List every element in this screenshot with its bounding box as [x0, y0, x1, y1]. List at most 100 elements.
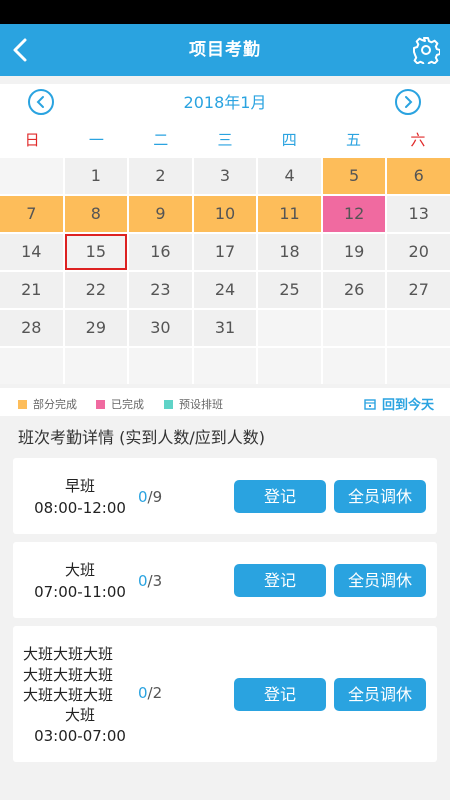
calendar-empty-cell	[258, 348, 321, 384]
calendar-day[interactable]: 4	[258, 158, 321, 194]
register-button[interactable]: 登记	[234, 564, 326, 597]
calendar-day[interactable]: 14	[0, 234, 63, 270]
register-button[interactable]: 登记	[234, 480, 326, 513]
calendar-day[interactable]: 25	[258, 272, 321, 308]
all-rest-button[interactable]: 全员调休	[334, 480, 426, 513]
section-title: 班次考勤详情 (实到人数/应到人数)	[18, 428, 265, 447]
shift-time: 03:00-07:00	[34, 727, 126, 745]
calendar-empty-cell	[64, 348, 128, 384]
shift-time: 08:00-12:00	[34, 499, 126, 517]
legend-bar: 部分完成 已完成 预设排班 回到今天	[0, 388, 450, 416]
status-bar	[0, 0, 450, 24]
shift-card: 大班 07:00-11:00 0/3 登记 全员调休	[13, 542, 437, 618]
legend-swatch-done	[96, 399, 105, 409]
shift-name: 大班	[64, 561, 95, 579]
calendar-empty-cell	[322, 348, 386, 384]
calendar-day[interactable]: 26	[322, 272, 386, 308]
shift-name-line: 大班大班大班	[23, 666, 114, 684]
calendar-empty-cell	[258, 310, 321, 346]
legend-label: 部分完成	[33, 398, 77, 411]
shift-card: 大班大班大班 大班大班大班 大班大班大班 大班 03:00-07:00 0/2 …	[13, 626, 437, 762]
expected-count: /3	[147, 572, 163, 590]
weekday-thu: 四	[281, 131, 297, 149]
calendar-empty-cell	[0, 158, 63, 194]
calendar-empty-cell	[193, 348, 257, 384]
calendar-day[interactable]: 15	[64, 234, 128, 270]
legend-done: 已完成	[96, 396, 144, 412]
calendar-day[interactable]: 9	[129, 196, 192, 232]
chevron-right-icon	[405, 96, 413, 108]
calendar-day[interactable]: 13	[387, 196, 450, 232]
register-button[interactable]: 登记	[234, 678, 326, 711]
attendance-count: 0/2	[138, 684, 162, 702]
legend-swatch-partial	[18, 399, 27, 409]
weekday-sat: 六	[410, 131, 426, 149]
month-label: 2018年1月	[183, 93, 267, 112]
all-rest-button[interactable]: 全员调休	[334, 678, 426, 711]
weekday-tue: 二	[153, 131, 169, 149]
back-to-today-button[interactable]: 回到今天	[364, 394, 434, 413]
shift-name-line: 大班大班大班	[23, 686, 114, 704]
calendar-empty-cell	[387, 310, 450, 346]
calendar-day[interactable]: 29	[64, 310, 128, 346]
calendar-day[interactable]: 28	[0, 310, 63, 346]
weekday-sun: 日	[24, 131, 40, 149]
back-to-today-label: 回到今天	[381, 398, 434, 413]
calendar-icon	[364, 398, 376, 410]
expected-count: /9	[147, 488, 163, 506]
calendar-empty-cell	[129, 348, 192, 384]
calendar-grid: 1 2 3 4 5 6 7 8 9 10 11 12 13 14 15 16 17 18 19 20 21 22 23 24 2…	[0, 158, 450, 384]
shift-time: 07:00-11:00	[34, 583, 126, 601]
calendar-day[interactable]: 18	[258, 234, 321, 270]
calendar-empty-cell	[0, 348, 63, 384]
calendar-day[interactable]: 31	[193, 310, 257, 346]
calendar-day[interactable]: 2	[129, 158, 192, 194]
calendar-day[interactable]: 11	[258, 196, 321, 232]
calendar-day[interactable]: 6	[387, 158, 450, 194]
month-navigator: 2018年1月	[0, 84, 450, 124]
legend-label: 已完成	[111, 398, 144, 411]
calendar-day[interactable]: 24	[193, 272, 257, 308]
calendar-day[interactable]: 19	[322, 234, 386, 270]
all-rest-button[interactable]: 全员调休	[334, 564, 426, 597]
shift-card: 早班 08:00-12:00 0/9 登记 全员调休	[13, 458, 437, 534]
calendar-day[interactable]: 22	[64, 272, 128, 308]
legend-preset: 预设排班	[164, 396, 223, 412]
calendar-day[interactable]: 16	[129, 234, 192, 270]
calendar-day[interactable]: 20	[387, 234, 450, 270]
legend-label: 预设排班	[179, 398, 223, 411]
calendar-day[interactable]: 30	[129, 310, 192, 346]
actual-count: 0	[138, 488, 148, 506]
expected-count: /2	[147, 684, 163, 702]
actual-count: 0	[138, 572, 148, 590]
calendar-empty-cell	[387, 348, 450, 384]
shift-name: 早班	[64, 477, 95, 495]
weekday-wed: 三	[217, 131, 233, 149]
actual-count: 0	[138, 684, 148, 702]
weekday-fri: 五	[346, 131, 362, 149]
calendar-day[interactable]: 12	[322, 196, 386, 232]
calendar-day[interactable]: 8	[64, 196, 128, 232]
next-month-button[interactable]	[395, 89, 421, 115]
shift-name-line: 大班大班大班	[23, 645, 114, 663]
calendar-day[interactable]: 10	[193, 196, 257, 232]
attendance-count: 0/9	[138, 488, 162, 506]
calendar-empty-cell	[322, 310, 386, 346]
shift-name-line: 大班	[64, 706, 95, 724]
app-bar: 项目考勤	[0, 24, 450, 76]
calendar-day[interactable]: 7	[0, 196, 63, 232]
calendar-day[interactable]: 3	[193, 158, 257, 194]
weekday-mon: 一	[88, 131, 104, 149]
calendar-day[interactable]: 27	[387, 272, 450, 308]
calendar-day[interactable]: 23	[129, 272, 192, 308]
calendar-day[interactable]: 5	[322, 158, 386, 194]
calendar-day[interactable]: 21	[0, 272, 63, 308]
gear-icon[interactable]	[412, 36, 441, 67]
calendar-day[interactable]: 17	[193, 234, 257, 270]
calendar-day[interactable]: 1	[64, 158, 128, 194]
legend-partial: 部分完成	[18, 396, 77, 412]
attendance-count: 0/3	[138, 572, 162, 590]
page-title: 项目考勤	[189, 40, 261, 60]
legend-swatch-preset	[164, 399, 173, 409]
weekday-header: 日 一 二 三 四 五 六	[0, 124, 450, 159]
